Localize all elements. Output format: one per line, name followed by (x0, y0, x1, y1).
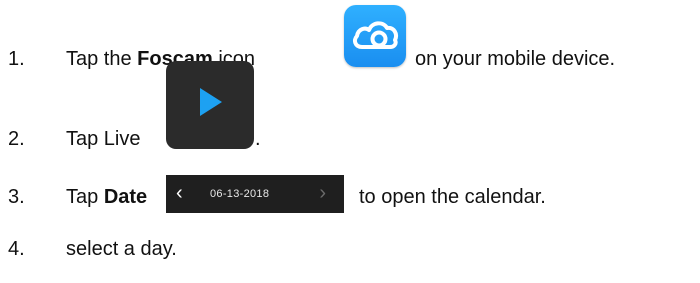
step-text: Tap Date (66, 182, 147, 212)
date-label: Date (103, 186, 148, 208)
previous-date-chevron-icon[interactable]: ‹ (176, 175, 183, 211)
step-number: 1. (8, 48, 25, 70)
step-text: select a day. (66, 238, 177, 260)
step-suffix: on your mobile device. (415, 48, 616, 70)
step-suffix: to open the calendar. (359, 186, 546, 208)
step-prefix: Tap (66, 186, 104, 208)
foscam-cloud-icon[interactable] (344, 5, 406, 67)
current-date: 06-13-2018 (210, 188, 270, 200)
step-suffix: . (255, 128, 261, 150)
date-selector[interactable]: ‹ 06-13-2018 › (166, 175, 344, 213)
step-number: 2. (8, 128, 25, 150)
step-prefix: Tap Live (66, 128, 141, 150)
step-number: 4. (8, 238, 25, 260)
play-icon[interactable] (166, 61, 254, 149)
step-prefix: Tap the (66, 48, 138, 70)
step-number: 3. (8, 186, 25, 208)
next-date-chevron-icon[interactable]: › (319, 175, 326, 211)
